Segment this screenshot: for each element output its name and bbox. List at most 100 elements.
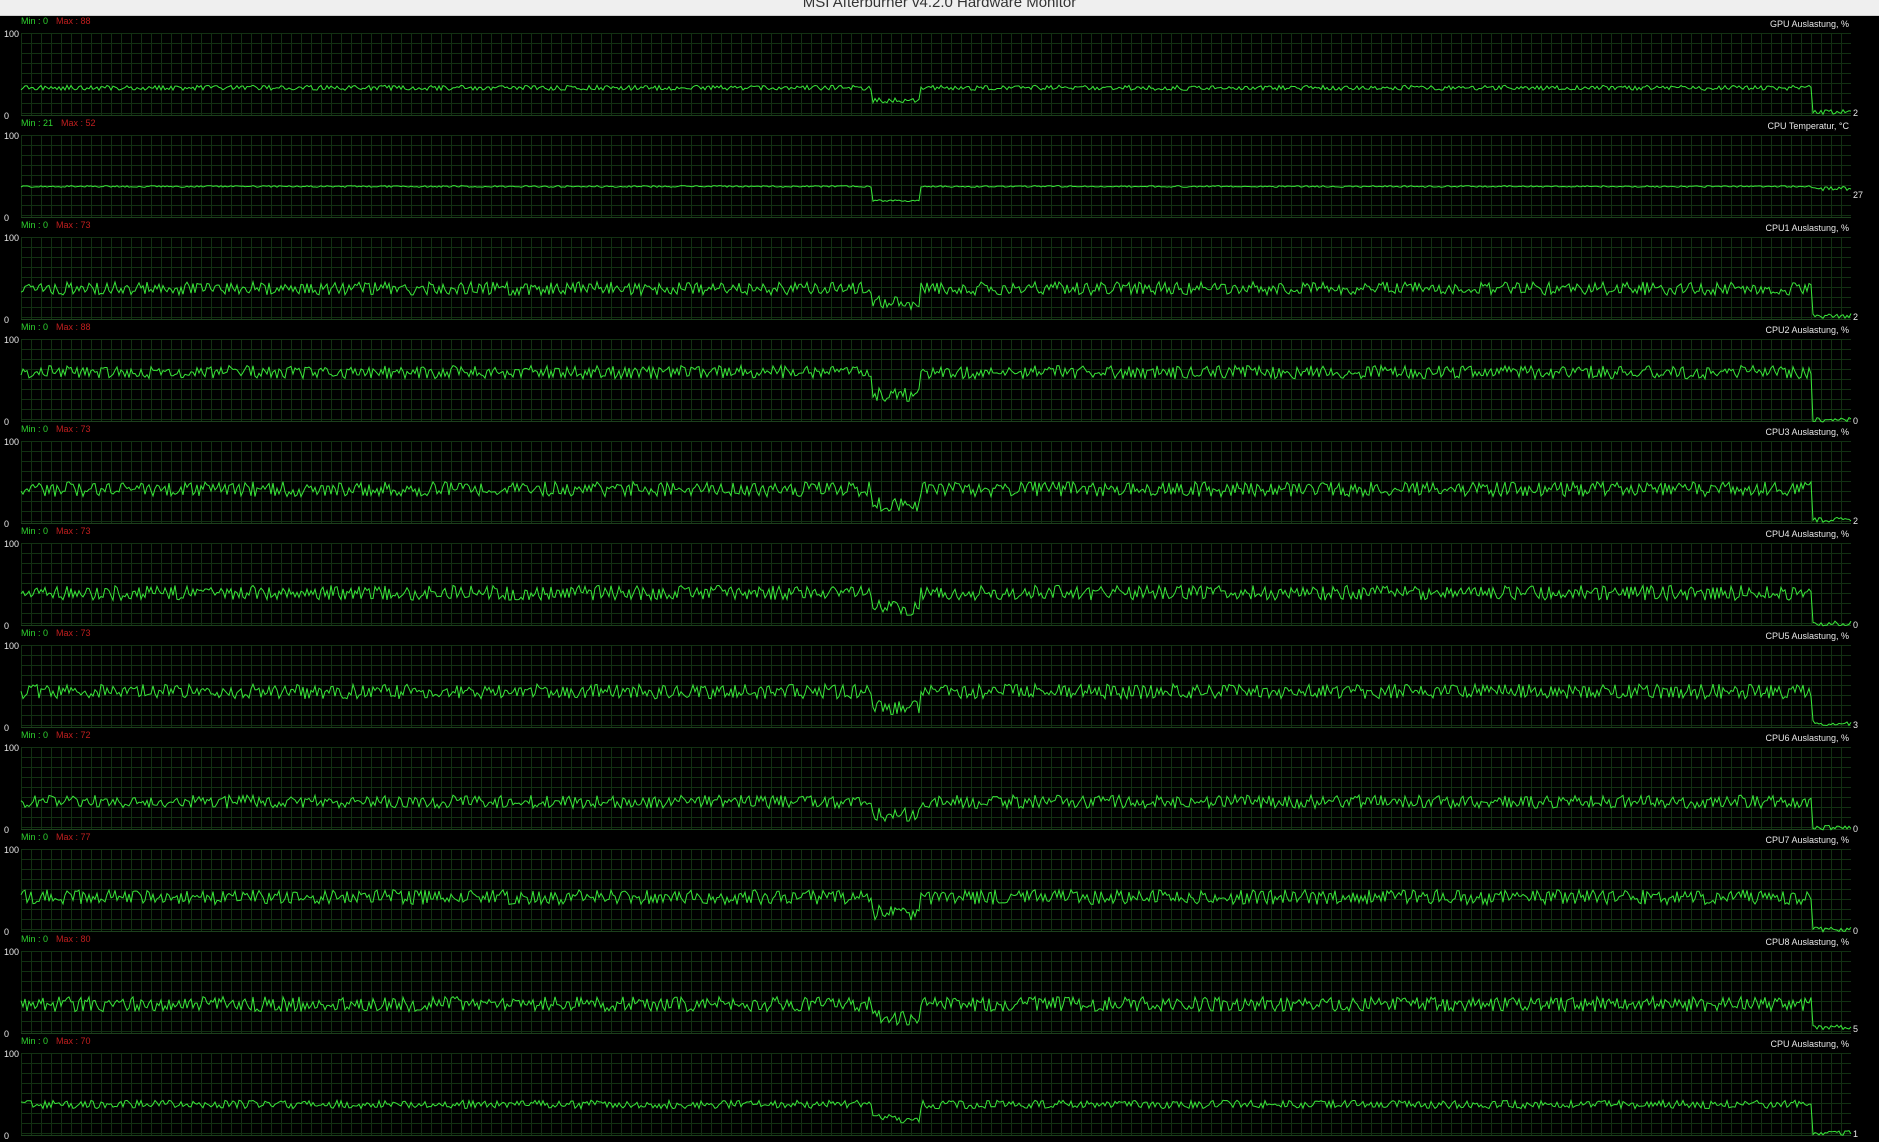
- current-value: 3: [1853, 719, 1859, 730]
- graph-line-chart: [20, 793, 1852, 831]
- min-value: Min : 21: [21, 118, 54, 128]
- window-title: MSI Afterburner v4.2.0 Hardware Monitor: [802, 0, 1077, 11]
- max-value: Max : 73: [56, 628, 91, 638]
- graph-series-line: [20, 279, 1852, 320]
- max-value: Max : 88: [56, 322, 91, 332]
- graph-plot-area[interactable]: [20, 441, 1852, 524]
- max-value: Max : 52: [61, 118, 96, 128]
- max-value: Max : 88: [56, 16, 91, 26]
- min-max-readout: Min : 0 Max : 72: [21, 730, 91, 740]
- graph-cpu3-auslastung[interactable]: Min : 0 Max : 73 CPU3 Auslastung, % 100 0 2: [0, 424, 1879, 529]
- min-max-readout: Min : 0 Max : 73: [21, 424, 91, 434]
- y-axis-max-label: 100: [4, 29, 20, 39]
- graph-cpu2-auslastung[interactable]: Min : 0 Max : 88 CPU2 Auslastung, % 100 0 0: [0, 322, 1879, 427]
- graph-cpu1-auslastung[interactable]: Min : 0 Max : 73 CPU1 Auslastung, % 100 0 2: [0, 220, 1879, 325]
- graph-cpu5-auslastung[interactable]: Min : 0 Max : 73 CPU5 Auslastung, % 100 0 3: [0, 628, 1879, 733]
- min-value: Min : 0: [21, 628, 49, 638]
- graph-plot-area[interactable]: [20, 339, 1852, 423]
- min-value: Min : 0: [21, 16, 49, 26]
- graph-plot-area[interactable]: [20, 849, 1852, 933]
- graph-cpu8-auslastung[interactable]: Min : 0 Max : 80 CPU8 Auslastung, % 100 0 5: [0, 934, 1879, 1039]
- hardware-monitor-graphs[interactable]: Min : 0 Max : 88 GPU Auslastung, % 100 0 2 Min…: [0, 16, 1879, 1142]
- min-max-readout: Min : 21 Max : 52: [21, 118, 96, 128]
- y-axis-max-label: 100: [4, 743, 20, 753]
- graph-cpu4-auslastung[interactable]: Min : 0 Max : 73 CPU4 Auslastung, % 100 0 0: [0, 526, 1879, 631]
- graph-source-name: CPU6 Auslastung, %: [1765, 733, 1849, 743]
- min-max-readout: Min : 0 Max : 73: [21, 628, 91, 638]
- graph-source-name: CPU8 Auslastung, %: [1765, 937, 1849, 947]
- max-value: Max : 70: [56, 1036, 91, 1046]
- y-axis-max-label: 100: [4, 947, 20, 957]
- y-axis-max-label: 100: [4, 539, 20, 549]
- graph-series-line: [20, 84, 1852, 116]
- graph-source-name: CPU3 Auslastung, %: [1765, 427, 1849, 437]
- graph-series-line: [20, 888, 1852, 933]
- graph-line-chart: [20, 480, 1852, 524]
- graph-source-name: CPU2 Auslastung, %: [1765, 325, 1849, 335]
- graph-cpu-temperatur-c[interactable]: Min : 21 Max : 52 CPU Temperatur, °C 100 0 27: [0, 118, 1879, 223]
- min-value: Min : 0: [21, 424, 49, 434]
- graph-series-line: [20, 480, 1852, 524]
- graph-source-name: CPU7 Auslastung, %: [1765, 835, 1849, 845]
- y-axis-max-label: 100: [4, 1049, 20, 1059]
- graph-line-chart: [20, 279, 1852, 320]
- min-value: Min : 0: [21, 220, 49, 230]
- min-value: Min : 0: [21, 322, 49, 332]
- max-value: Max : 80: [56, 934, 91, 944]
- graph-plot-area[interactable]: [20, 747, 1852, 831]
- current-value: 1: [1853, 1129, 1859, 1140]
- min-max-readout: Min : 0 Max : 73: [21, 526, 91, 536]
- graph-line-chart: [20, 185, 1852, 202]
- graph-plot-area[interactable]: [20, 543, 1852, 627]
- graph-source-name: CPU4 Auslastung, %: [1765, 529, 1849, 539]
- min-max-readout: Min : 0 Max : 88: [21, 322, 91, 332]
- graph-gpu-auslastung[interactable]: Min : 0 Max : 88 GPU Auslastung, % 100 0 2: [0, 16, 1879, 121]
- graph-line-chart: [20, 84, 1852, 116]
- graph-plot-area[interactable]: [20, 33, 1852, 116]
- min-max-readout: Min : 0 Max : 88: [21, 16, 91, 26]
- graph-series-line: [20, 185, 1852, 202]
- max-value: Max : 73: [56, 220, 91, 230]
- graph-line-chart: [20, 1098, 1852, 1136]
- graph-plot-area[interactable]: [20, 951, 1852, 1034]
- current-value: 27: [1853, 189, 1864, 200]
- y-axis-min-label: 0: [4, 1131, 10, 1141]
- graph-line-chart: [20, 363, 1852, 423]
- graph-source-name: CPU Auslastung, %: [1770, 1039, 1849, 1049]
- graph-plot-area[interactable]: [20, 237, 1852, 320]
- graph-line-chart: [20, 682, 1852, 727]
- y-axis-max-label: 100: [4, 335, 20, 345]
- y-axis-max-label: 100: [4, 233, 20, 243]
- graph-series-line: [20, 583, 1852, 627]
- y-axis-max-label: 100: [4, 641, 20, 651]
- min-max-readout: Min : 0 Max : 70: [21, 1036, 91, 1046]
- min-max-readout: Min : 0 Max : 80: [21, 934, 91, 944]
- graph-series-line: [20, 682, 1852, 727]
- current-value: 2: [1853, 516, 1859, 527]
- graph-plot-area[interactable]: [20, 645, 1852, 728]
- min-value: Min : 0: [21, 832, 49, 842]
- graph-series-line: [20, 793, 1852, 831]
- max-value: Max : 73: [56, 424, 91, 434]
- graph-plot-area[interactable]: [20, 135, 1852, 218]
- min-value: Min : 0: [21, 1036, 49, 1046]
- min-max-readout: Min : 0 Max : 73: [21, 220, 91, 230]
- current-value: 5: [1853, 1023, 1859, 1034]
- current-value: 2: [1853, 312, 1859, 323]
- min-max-readout: Min : 0 Max : 77: [21, 832, 91, 842]
- max-value: Max : 73: [56, 526, 91, 536]
- graph-series-line: [20, 1098, 1852, 1136]
- y-axis-max-label: 100: [4, 845, 20, 855]
- graph-line-chart: [20, 994, 1852, 1031]
- graph-cpu6-auslastung[interactable]: Min : 0 Max : 72 CPU6 Auslastung, % 100 0 0: [0, 730, 1879, 835]
- window-titlebar[interactable]: MSI Afterburner v4.2.0 Hardware Monitor: [0, 0, 1879, 16]
- graph-cpu-auslastung[interactable]: Min : 0 Max : 70 CPU Auslastung, % 100 0 1: [0, 1036, 1879, 1141]
- graph-series-line: [20, 363, 1852, 423]
- graph-plot-area[interactable]: [20, 1053, 1852, 1136]
- graph-cpu7-auslastung[interactable]: Min : 0 Max : 77 CPU7 Auslastung, % 100 0 0: [0, 832, 1879, 937]
- graph-source-name: GPU Auslastung, %: [1769, 19, 1849, 29]
- min-value: Min : 0: [21, 934, 49, 944]
- max-value: Max : 77: [56, 832, 91, 842]
- min-value: Min : 0: [21, 526, 49, 536]
- y-axis-max-label: 100: [4, 131, 20, 141]
